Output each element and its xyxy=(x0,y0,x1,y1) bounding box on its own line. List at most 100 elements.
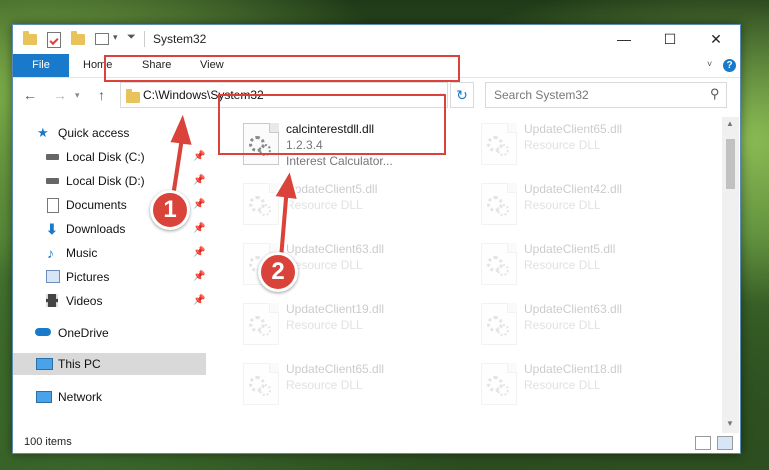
sidebar-item-label: Network xyxy=(58,390,103,404)
file-name: UpdateClient19.dll xyxy=(286,302,385,316)
dll-file-icon xyxy=(481,183,517,225)
drive-icon xyxy=(46,154,59,160)
chevron-down-icon[interactable]: ▾ xyxy=(113,32,118,48)
file-explorer-window: ▾ ⏷ System32 — ☐ ✕ File Home Share View … xyxy=(12,24,741,454)
network-icon xyxy=(36,391,52,403)
up-arrow-icon[interactable]: ↑ xyxy=(98,87,105,103)
pin-icon: 📌 xyxy=(193,247,206,258)
sidebar-item-label: Local Disk (D:) xyxy=(66,174,145,188)
navigation-pane: ★ Quick access Local Disk (C:) 📌 Local D… xyxy=(13,117,209,433)
maximize-button[interactable]: ☐ xyxy=(647,25,693,54)
file-description: Resource DLL xyxy=(524,258,601,272)
pin-icon: 📌 xyxy=(193,271,206,282)
pin-icon: 📌 xyxy=(193,151,206,162)
divider xyxy=(144,31,145,47)
dll-file-icon xyxy=(481,303,517,345)
file-description: Resource DLL xyxy=(524,198,601,212)
file-name: UpdateClient42.dll xyxy=(524,182,623,196)
customize-icon[interactable] xyxy=(95,33,109,45)
file-item[interactable]: UpdateClient65.dll Resource DLL xyxy=(233,359,463,413)
sidebar-item-label: Videos xyxy=(66,294,103,308)
forward-arrow-icon[interactable]: → xyxy=(53,87,67,103)
tab-file[interactable]: File xyxy=(13,54,69,77)
pictures-icon xyxy=(46,270,60,283)
sidebar-item-videos[interactable]: Videos 📌 xyxy=(13,290,206,312)
file-description: Resource DLL xyxy=(286,198,363,212)
file-description: Resource DLL xyxy=(524,138,601,152)
expand-ribbon-icon[interactable]: ˅ xyxy=(707,59,712,69)
dll-file-icon xyxy=(481,243,517,285)
item-count: 100 items xyxy=(24,436,72,448)
search-placeholder: Search System32 xyxy=(494,88,589,102)
file-name: UpdateClient18.dll xyxy=(524,362,623,376)
cloud-icon xyxy=(35,328,51,336)
file-name: UpdateClient5.dll xyxy=(286,182,378,196)
file-item[interactable]: UpdateClient18.dll Resource DLL xyxy=(471,359,701,413)
refresh-icon: ↻ xyxy=(456,87,468,103)
pin-icon: 📌 xyxy=(193,199,206,210)
sidebar-item-quick-access[interactable]: ★ Quick access xyxy=(13,122,206,144)
file-description: Resource DLL xyxy=(286,378,363,392)
drive-icon xyxy=(46,178,59,184)
refresh-button[interactable]: ↻ xyxy=(450,82,474,108)
file-highlight xyxy=(218,94,446,155)
file-item[interactable]: UpdateClient5.dll Resource DLL xyxy=(471,239,701,293)
search-input[interactable]: Search System32 ⚲ xyxy=(485,82,727,108)
file-description: Resource DLL xyxy=(524,378,601,392)
sidebar-item-onedrive[interactable]: OneDrive xyxy=(13,322,206,344)
sidebar-item-label: Quick access xyxy=(58,126,130,140)
file-description: Resource DLL xyxy=(286,318,363,332)
file-name: UpdateClient5.dll xyxy=(524,242,616,256)
window-title: System32 xyxy=(153,32,207,46)
dll-file-icon xyxy=(243,363,279,405)
sidebar-item-local-disk-c[interactable]: Local Disk (C:) 📌 xyxy=(13,146,206,168)
pin-icon: 📌 xyxy=(193,223,206,234)
sidebar-item-label: Documents xyxy=(66,198,127,212)
music-icon: ♪ xyxy=(47,245,54,261)
file-item[interactable]: UpdateClient42.dll Resource DLL xyxy=(471,179,701,233)
pin-icon: 📌 xyxy=(193,175,206,186)
scroll-down-icon[interactable]: ▼ xyxy=(726,419,734,428)
sidebar-item-pictures[interactable]: Pictures 📌 xyxy=(13,266,206,288)
file-item[interactable]: UpdateClient63.dll Resource DLL xyxy=(471,299,701,353)
dll-file-icon xyxy=(481,363,517,405)
recent-locations-chevron-icon[interactable]: ▾ xyxy=(75,90,80,101)
details-view-icon[interactable] xyxy=(695,436,711,450)
dll-file-icon xyxy=(481,123,517,165)
dll-file-icon xyxy=(243,183,279,225)
file-description: Interest Calculator... xyxy=(286,154,393,168)
file-item[interactable]: UpdateClient19.dll Resource DLL xyxy=(233,299,463,353)
download-icon: ⬇ xyxy=(46,221,58,237)
sidebar-item-music[interactable]: ♪ Music 📌 xyxy=(13,242,206,264)
search-icon[interactable]: ⚲ xyxy=(710,86,720,102)
sidebar-item-label: Downloads xyxy=(66,222,126,236)
properties-icon[interactable] xyxy=(47,32,61,48)
quick-access-toolbar-dropdown-icon[interactable]: ⏷ xyxy=(127,31,136,47)
file-name: UpdateClient63.dll xyxy=(286,242,385,256)
step-2-callout: 2 xyxy=(258,252,298,292)
file-item[interactable]: UpdateClient5.dll Resource DLL xyxy=(233,179,463,233)
video-icon xyxy=(46,294,58,307)
close-button[interactable]: ✕ xyxy=(693,25,739,54)
file-description: Resource DLL xyxy=(524,318,601,332)
step-1-callout: 1 xyxy=(150,190,190,230)
help-button[interactable]: ? xyxy=(723,59,736,72)
sidebar-item-label: This PC xyxy=(58,357,101,371)
file-item[interactable]: UpdateClient65.dll Resource DLL xyxy=(471,119,701,173)
sidebar-item-label: Local Disk (C:) xyxy=(66,150,145,164)
scroll-up-icon[interactable]: ▲ xyxy=(726,119,734,128)
sidebar-item-this-pc[interactable]: This PC xyxy=(13,353,206,375)
document-icon xyxy=(47,198,59,213)
file-name: UpdateClient65.dll xyxy=(286,362,385,376)
sidebar-item-network[interactable]: Network xyxy=(13,386,206,408)
sidebar-item-local-disk-d[interactable]: Local Disk (D:) 📌 xyxy=(13,170,206,192)
scrollbar-thumb[interactable] xyxy=(726,139,735,189)
dll-file-icon xyxy=(243,303,279,345)
minimize-button[interactable]: — xyxy=(601,25,647,54)
back-arrow-icon[interactable]: ← xyxy=(23,87,37,103)
large-icons-view-icon[interactable] xyxy=(717,436,733,450)
status-bar: 100 items xyxy=(13,433,740,453)
pin-icon: 📌 xyxy=(193,295,206,306)
file-name: UpdateClient65.dll xyxy=(524,122,623,136)
vertical-scrollbar[interactable]: ▲ ▼ xyxy=(722,117,739,433)
